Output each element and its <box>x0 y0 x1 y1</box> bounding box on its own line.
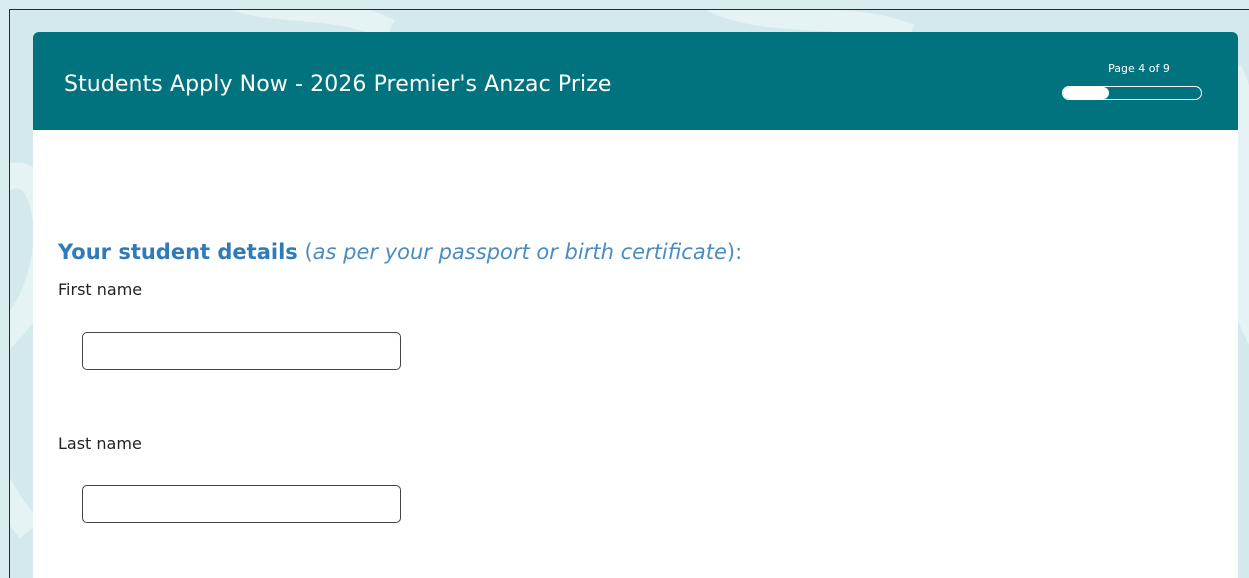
first-name-input[interactable] <box>82 332 401 370</box>
application-form-card: Students Apply Now - 2026 Premier's Anza… <box>33 32 1238 578</box>
form-header: Students Apply Now - 2026 Premier's Anza… <box>33 32 1238 130</box>
section-heading: Your student details (as per your passpo… <box>58 240 742 264</box>
section-heading-close: ): <box>726 240 743 264</box>
section-heading-title: Your student details <box>58 240 298 264</box>
progress-bar-fill <box>1063 87 1109 99</box>
progress-bar <box>1062 86 1202 100</box>
last-name-input[interactable] <box>82 485 401 523</box>
page-indicator: Page 4 of 9 <box>1108 62 1170 75</box>
form-title: Students Apply Now - 2026 Premier's Anza… <box>64 72 612 97</box>
last-name-label: Last name <box>58 434 142 453</box>
section-heading-note: as per your passport or birth certificat… <box>312 240 727 264</box>
page-progress: Page 4 of 9 <box>1062 62 1204 100</box>
first-name-label: First name <box>58 280 143 299</box>
section-heading-open: ( <box>297 240 313 264</box>
